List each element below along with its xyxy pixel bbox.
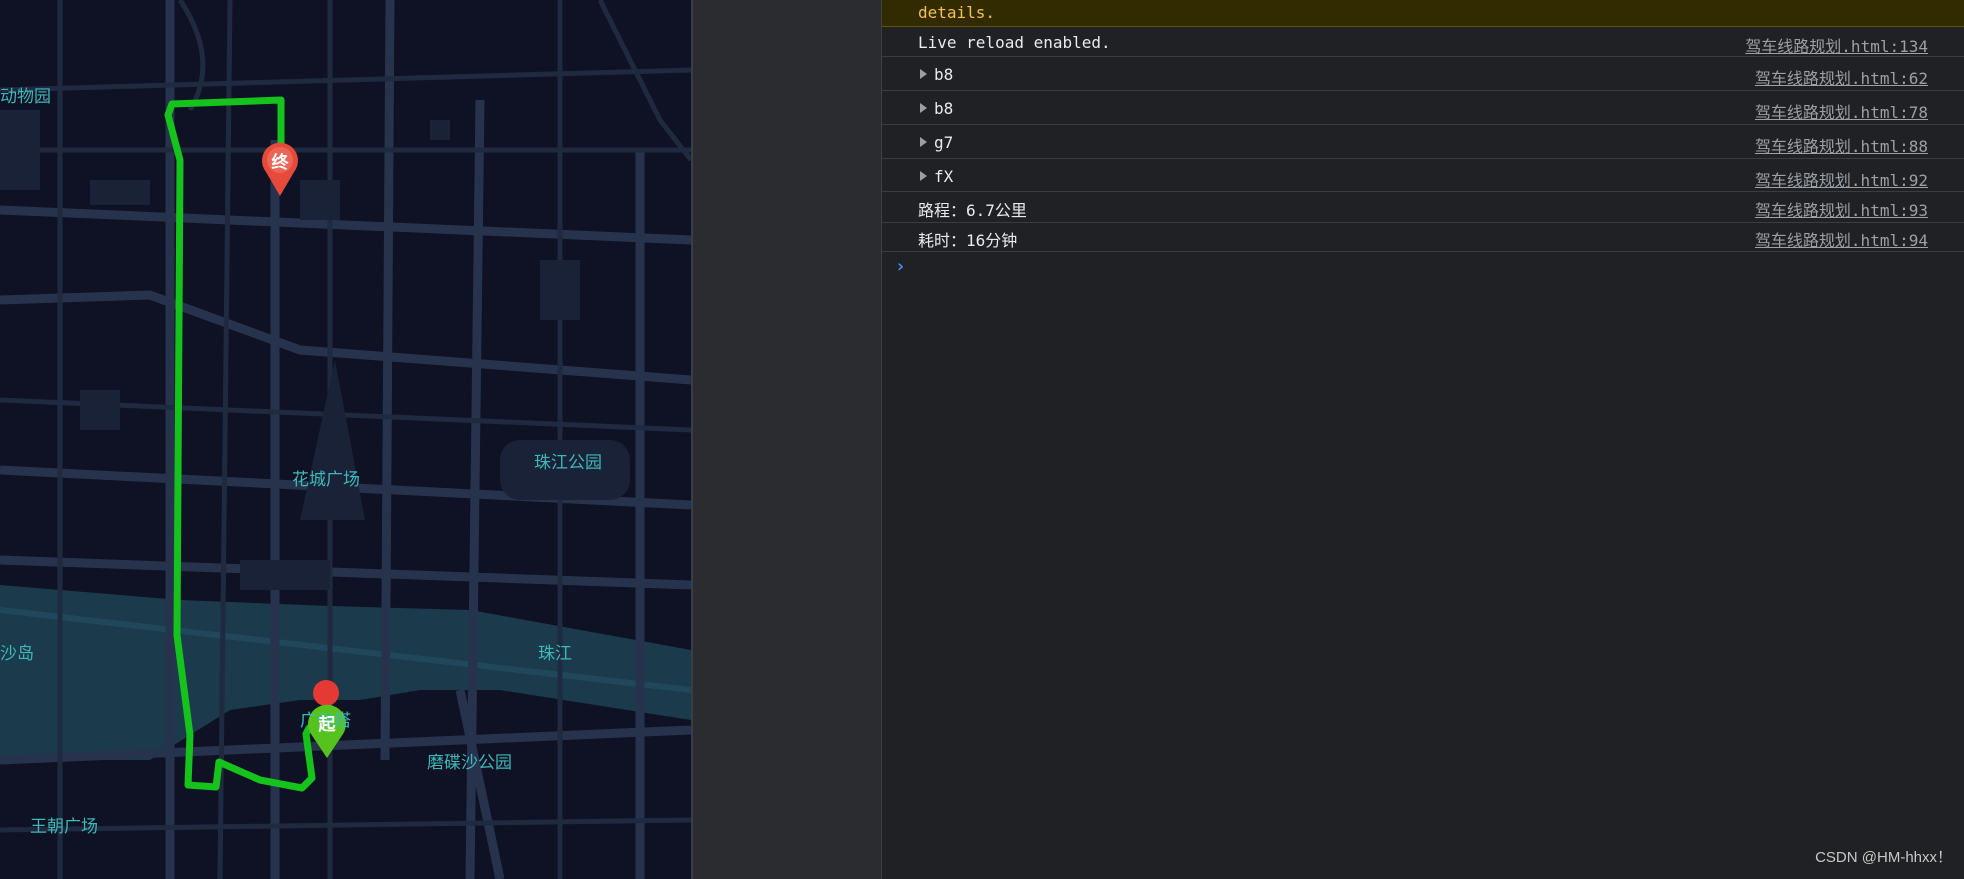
console-prompt-icon[interactable]: › <box>895 256 906 277</box>
map-view[interactable]: 动物园 花城广场 珠江公园 沙岛 珠江 广州塔 磨碟沙公园 王朝广场 终 起 <box>0 0 691 879</box>
expand-triangle-icon[interactable] <box>920 103 927 113</box>
console-source-link[interactable]: 驾车线路规划.html:62 <box>1755 65 1928 89</box>
map-canvas <box>0 0 691 879</box>
console-panel[interactable]: details. Live reload enabled. 驾车线路规划.htm… <box>882 0 1964 879</box>
console-message: 路程：6.7公里 <box>918 201 1027 220</box>
console-source-link[interactable]: 驾车线路规划.html:78 <box>1755 99 1928 123</box>
console-message: details. <box>918 3 996 22</box>
console-row: 耗时：16分钟 驾车线路规划.html:94 <box>882 223 1964 252</box>
console-row-object[interactable]: b8 驾车线路规划.html:62 <box>882 57 1964 91</box>
watermark: CSDN @HM-hhxx！ <box>1815 849 1952 866</box>
expand-triangle-icon[interactable] <box>920 171 927 181</box>
console-source-link[interactable]: 驾车线路规划.html:134 <box>1745 33 1928 57</box>
end-marker-label[interactable]: 终 <box>264 148 296 173</box>
console-message: 耗时：16分钟 <box>918 231 1018 250</box>
map-label-huacheng-square: 花城广场 <box>292 470 360 490</box>
console-message: fX <box>934 167 954 186</box>
map-label-zhujiang-park: 珠江公园 <box>534 453 602 473</box>
console-source-link[interactable]: 驾车线路规划.html:94 <box>1755 227 1928 251</box>
devtools-sidebar <box>693 0 882 879</box>
console-row-object[interactable]: fX 驾车线路规划.html:92 <box>882 159 1964 192</box>
expand-triangle-icon[interactable] <box>920 137 927 147</box>
console-row-warning: details. <box>882 0 1964 27</box>
console-message: b8 <box>934 65 954 84</box>
console-row: 路程：6.7公里 驾车线路规划.html:93 <box>882 192 1964 223</box>
expand-triangle-icon[interactable] <box>920 69 927 79</box>
console-message: b8 <box>934 99 954 118</box>
console-row-object[interactable]: g7 驾车线路规划.html:88 <box>882 125 1964 159</box>
map-label-zoo: 动物园 <box>0 87 51 107</box>
console-source-link[interactable]: 驾车线路规划.html:93 <box>1755 197 1928 221</box>
start-marker-label[interactable]: 起 <box>311 710 343 735</box>
console-row: Live reload enabled. 驾车线路规划.html:134 <box>882 27 1964 57</box>
console-source-link[interactable]: 驾车线路规划.html:88 <box>1755 133 1928 157</box>
map-label-modiesha-park: 磨碟沙公园 <box>427 753 512 773</box>
console-message: Live reload enabled. <box>918 33 1111 52</box>
console-message: g7 <box>934 133 954 152</box>
map-label-pearl-river: 珠江 <box>538 644 572 664</box>
console-row-object[interactable]: b8 驾车线路规划.html:78 <box>882 91 1964 125</box>
console-source-link[interactable]: 驾车线路规划.html:92 <box>1755 167 1928 191</box>
map-label-sand-island: 沙岛 <box>0 644 34 664</box>
map-label-wangchao-square: 王朝广场 <box>30 817 98 837</box>
